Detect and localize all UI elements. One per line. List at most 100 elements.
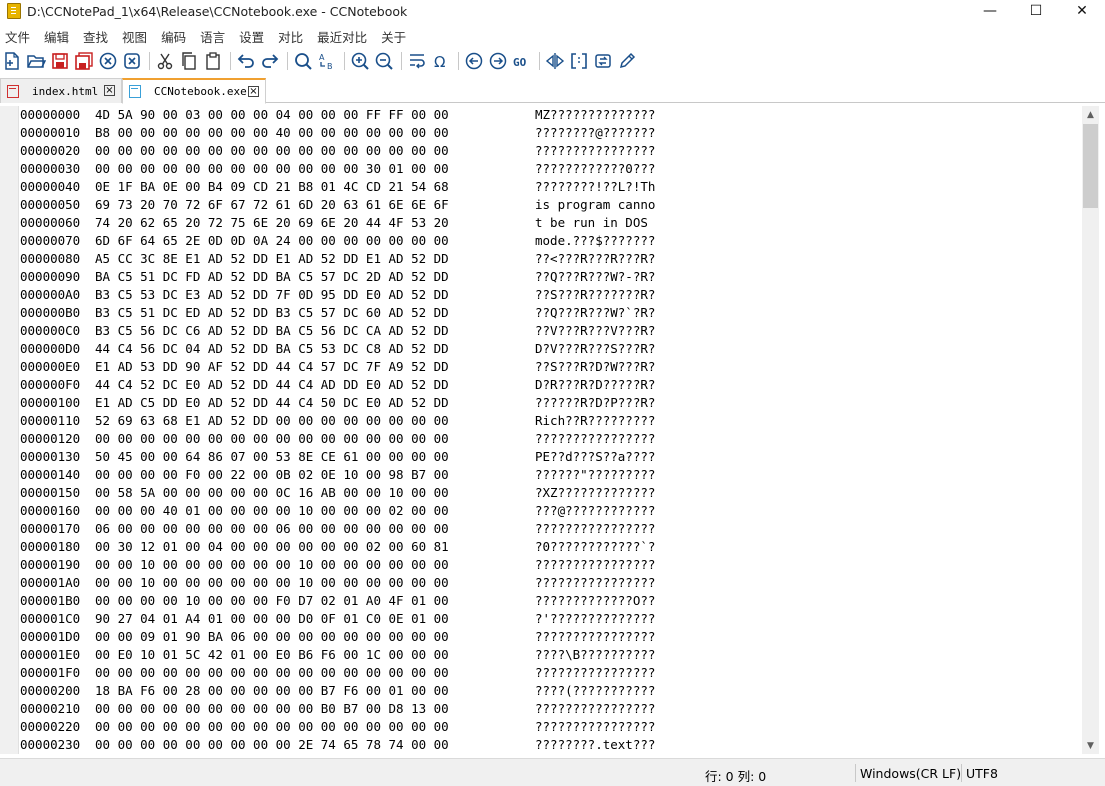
save-button[interactable]	[49, 50, 71, 72]
hex-address: 00000190	[20, 557, 81, 572]
new-file-button[interactable]	[1, 50, 23, 72]
clipboard-icon	[206, 52, 220, 70]
hex-bytes: 00 00 00 00 00 00 00 00 00 00 00 00 00 0…	[95, 719, 449, 734]
menu-about[interactable]: 关于	[374, 27, 413, 46]
hex-address: 000000C0	[20, 323, 81, 338]
hex-row: 00000000 4D 5A 90 00 03 00 00 00 04 00 00…	[18, 106, 1082, 124]
menu-find[interactable]: 查找	[76, 27, 115, 46]
hex-address: 00000040	[20, 179, 81, 194]
status-divider	[961, 764, 962, 782]
menu-recent-compare[interactable]: 最近对比	[310, 27, 374, 46]
replace-button[interactable]: AB	[316, 50, 338, 72]
close-circle-icon	[99, 52, 117, 70]
undo-button[interactable]	[235, 50, 257, 72]
hex-bytes: 00 00 00 00 00 00 00 00 00 00 00 00 30 0…	[95, 161, 449, 176]
find-button[interactable]	[292, 50, 314, 72]
toolbar-separator	[149, 52, 150, 70]
menu-settings[interactable]: 设置	[232, 27, 271, 46]
menu-edit[interactable]: 编辑	[37, 27, 76, 46]
hex-bytes: 0E 1F BA 0E 00 B4 09 CD 21 B8 01 4C CD 2…	[95, 179, 449, 194]
copy-button[interactable]	[178, 50, 200, 72]
hex-address: 00000200	[20, 683, 81, 698]
save-all-button[interactable]	[73, 50, 95, 72]
hex-row: 00000090 BA C5 51 DC FD AD 52 DD BA C5 57…	[18, 268, 1082, 286]
hex-bytes: 74 20 62 65 20 72 75 6E 20 69 6E 20 44 4…	[95, 215, 449, 230]
svg-text:A: A	[319, 53, 325, 62]
tab-close-icon[interactable]: ×	[104, 85, 115, 96]
hex-bytes: 00 58 5A 00 00 00 00 00 0C 16 AB 00 00 1…	[95, 485, 449, 500]
menu-encoding[interactable]: 编码	[154, 27, 193, 46]
hex-ascii: ??V???R???V???R?	[535, 323, 656, 338]
tab-close-icon[interactable]: ×	[248, 86, 259, 97]
previous-button[interactable]	[463, 50, 485, 72]
hex-address: 00000100	[20, 395, 81, 410]
hex-ascii: ?????????????O??	[535, 593, 656, 608]
paste-button[interactable]	[202, 50, 224, 72]
menu-view[interactable]: 视图	[115, 27, 154, 46]
hex-row: 000000B0 B3 C5 51 DC ED AD 52 DD B3 C5 57…	[18, 304, 1082, 322]
compare-button[interactable]	[544, 50, 566, 72]
hex-address: 000000F0	[20, 377, 81, 392]
hex-bytes: 18 BA F6 00 28 00 00 00 00 00 B7 F6 00 0…	[95, 683, 449, 698]
tab-index-html[interactable]: index.html ×	[0, 78, 122, 103]
scroll-thumb[interactable]	[1083, 124, 1098, 208]
menu-compare[interactable]: 对比	[271, 27, 310, 46]
maximize-button[interactable]: ☐	[1013, 0, 1059, 22]
hex-ascii: MZ??????????????	[535, 107, 656, 122]
cut-button[interactable]	[154, 50, 176, 72]
hex-address: 00000050	[20, 197, 81, 212]
copy-icon	[182, 52, 196, 70]
zoom-in-button[interactable]	[349, 50, 371, 72]
hex-address: 00000080	[20, 251, 81, 266]
hex-row: 00000030 00 00 00 00 00 00 00 00 00 00 00…	[18, 160, 1082, 178]
tab-ccnotebook-exe[interactable]: CCNotebook.exe ×	[122, 78, 266, 104]
tab-label: index.html	[32, 84, 99, 98]
hex-ascii: ????????????????	[535, 521, 656, 536]
redo-button[interactable]	[259, 50, 281, 72]
hex-address: 00000160	[20, 503, 81, 518]
status-line-ending[interactable]: Windows(CR LF)	[860, 766, 961, 781]
hex-ascii: mode.???$???????	[535, 233, 656, 248]
zoom-out-button[interactable]	[373, 50, 395, 72]
status-encoding[interactable]: UTF8	[966, 766, 998, 781]
sync-button[interactable]	[592, 50, 614, 72]
hex-ascii: ????????????0???	[535, 161, 656, 176]
hex-address: 00000070	[20, 233, 81, 248]
special-chars-button[interactable]: Ω	[430, 50, 452, 72]
word-wrap-icon	[410, 54, 425, 69]
scroll-down-icon[interactable]: ▼	[1082, 737, 1099, 754]
hex-address: 00000120	[20, 431, 81, 446]
app-notebook-icon	[7, 3, 21, 19]
goto-button[interactable]: GO	[511, 50, 533, 72]
hex-address: 000001D0	[20, 629, 81, 644]
open-file-button[interactable]	[25, 50, 47, 72]
hex-address: 00000130	[20, 449, 81, 464]
vertical-scrollbar[interactable]: ▲ ▼	[1082, 106, 1099, 754]
menu-language[interactable]: 语言	[193, 27, 232, 46]
edit-button[interactable]	[616, 50, 638, 72]
close-window-button[interactable]: ✕	[1059, 0, 1105, 22]
close-all-button[interactable]	[121, 50, 143, 72]
next-button[interactable]	[487, 50, 509, 72]
hex-bytes: B3 C5 53 DC E3 AD 52 DD 7F 0D 95 DD E0 A…	[95, 287, 449, 302]
file-blue-icon	[129, 85, 141, 98]
minimize-button[interactable]: —	[967, 0, 1013, 22]
hex-row: 00000200 18 BA F6 00 28 00 00 00 00 00 B7…	[18, 682, 1082, 700]
redo-icon	[262, 54, 279, 68]
hex-ascii: ????????????????	[535, 701, 656, 716]
hex-address: 00000170	[20, 521, 81, 536]
scroll-up-icon[interactable]: ▲	[1082, 106, 1099, 123]
menu-file[interactable]: 文件	[0, 27, 37, 46]
word-wrap-button[interactable]	[406, 50, 428, 72]
hex-bytes: 00 00 00 00 00 00 00 00 00 00 B0 B7 00 D…	[95, 701, 449, 716]
hex-address: 00000110	[20, 413, 81, 428]
close-file-button[interactable]	[97, 50, 119, 72]
hex-row: 000001E0 00 E0 10 01 5C 42 01 00 E0 B6 F6…	[18, 646, 1082, 664]
select-block-button[interactable]	[568, 50, 590, 72]
menu-bar: 文件 编辑 查找 视图 编码 语言 设置 对比 最近对比 关于	[0, 26, 413, 46]
hex-ascii: ?XZ?????????????	[535, 485, 656, 500]
hex-ascii: is program canno	[535, 197, 656, 212]
hex-bytes: B8 00 00 00 00 00 00 00 40 00 00 00 00 0…	[95, 125, 449, 140]
hex-bytes: B3 C5 51 DC ED AD 52 DD B3 C5 57 DC 60 A…	[95, 305, 449, 320]
hex-editor[interactable]: 00000000 4D 5A 90 00 03 00 00 00 04 00 00…	[18, 106, 1082, 754]
